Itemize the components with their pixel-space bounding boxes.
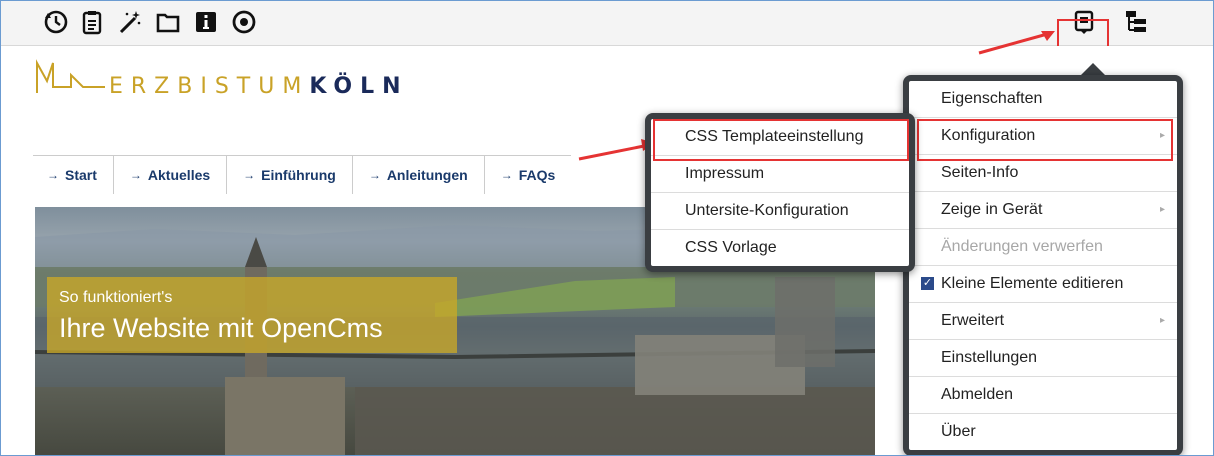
nav-label: Anleitungen xyxy=(386,167,468,183)
browser-frame: ERZBISTUMKÖLN → Start → Aktuelles → Einführ… xyxy=(0,0,1214,456)
submenu-item-untersite-konfiguration[interactable]: Untersite-Konfiguration xyxy=(651,193,909,230)
menu-item-einstellungen[interactable]: Einstellungen xyxy=(909,340,1177,377)
nav-arrow-icon: → xyxy=(368,168,381,182)
nav-label: Aktuelles xyxy=(147,167,211,183)
nav-arrow-icon: → xyxy=(500,168,513,182)
submenu-item-label: CSS Vorlage xyxy=(685,239,777,256)
submenu-item-impressum[interactable]: Impressum xyxy=(651,156,909,193)
nav-label: FAQs xyxy=(518,167,556,183)
menu-item-abmelden[interactable]: Abmelden xyxy=(909,377,1177,414)
submenu-arrow-icon: ▸ xyxy=(1159,315,1165,326)
nav-item-einfuehrung[interactable]: → Einführung xyxy=(226,156,352,194)
submenu-item-css-vorlage[interactable]: CSS Vorlage xyxy=(651,230,909,266)
nav-label: Start xyxy=(65,167,97,183)
konfiguration-highlight xyxy=(917,119,1173,161)
magic-wand-icon[interactable] xyxy=(115,7,145,37)
nav-label: Einführung xyxy=(261,167,336,183)
menu-item-label: Einstellungen xyxy=(941,349,1038,366)
css-templateeinstellung-highlight xyxy=(653,119,909,161)
menu-item-label: Eigenschaften xyxy=(941,90,1043,107)
site-logo-text: ERZBISTUMKÖLN xyxy=(109,74,409,99)
menu-item-label: Seiten-Info xyxy=(941,164,1019,181)
menu-item-aenderungen-verwerfen: Änderungen verwerfen xyxy=(909,229,1177,266)
menu-item-ueber[interactable]: Über xyxy=(909,414,1177,450)
nav-arrow-icon: → xyxy=(243,168,256,182)
history-icon[interactable] xyxy=(41,7,71,37)
nav-item-anleitungen[interactable]: → Anleitungen xyxy=(351,156,484,194)
submenu-item-label: Untersite-Konfiguration xyxy=(685,202,849,219)
nav-item-aktuelles[interactable]: → Aktuelles xyxy=(112,156,226,194)
nav-arrow-icon: → xyxy=(47,168,59,182)
menu-item-eigenschaften[interactable]: Eigenschaften xyxy=(909,81,1177,118)
target-icon[interactable] xyxy=(229,7,259,37)
submenu-arrow-icon: ▸ xyxy=(1159,204,1165,215)
menu-item-label: Änderungen verwerfen xyxy=(941,238,1103,255)
menu-item-label: Abmelden xyxy=(941,386,1014,403)
menu-item-label: Über xyxy=(941,423,976,440)
hero-title: Ihre Website mit OpenCms xyxy=(59,313,383,343)
hero-caption: So funktioniert's Ihre Website mit OpenC… xyxy=(47,277,457,353)
logo-icon xyxy=(31,57,111,102)
menu-item-kleine-elemente-editieren[interactable]: ✓ Kleine Elemente editieren xyxy=(909,266,1177,303)
nav-arrow-icon: → xyxy=(129,168,142,182)
nav-item-start[interactable]: → Start xyxy=(33,156,113,194)
logo-text-bold: KÖLN xyxy=(309,74,409,99)
checkbox-checked-icon[interactable]: ✓ xyxy=(921,277,934,290)
logo-text-main: ERZBISTUM xyxy=(109,74,310,99)
info-icon[interactable] xyxy=(191,7,221,37)
nav-item-faqs[interactable]: → FAQs xyxy=(483,156,572,194)
pointer-arrow-toolbar xyxy=(978,31,1055,55)
site-nav: → Start → Aktuelles → Einführung → Anleitung… xyxy=(33,155,572,194)
submenu-item-label: Impressum xyxy=(685,165,765,182)
menu-item-erweitert[interactable]: Erweitert ▸ xyxy=(909,303,1177,340)
clipboard-icon[interactable] xyxy=(77,7,107,37)
hero-subtitle: So funktioniert's xyxy=(59,289,173,306)
menu-item-label: Kleine Elemente editieren xyxy=(941,275,1124,292)
menu-item-zeige-in-geraet[interactable]: Zeige in Gerät ▸ xyxy=(909,192,1177,229)
menu-item-label: Zeige in Gerät xyxy=(941,201,1043,218)
sitemap-icon[interactable] xyxy=(1121,7,1151,37)
menu-item-label: Erweitert xyxy=(941,312,1005,329)
folder-icon[interactable] xyxy=(153,7,183,37)
